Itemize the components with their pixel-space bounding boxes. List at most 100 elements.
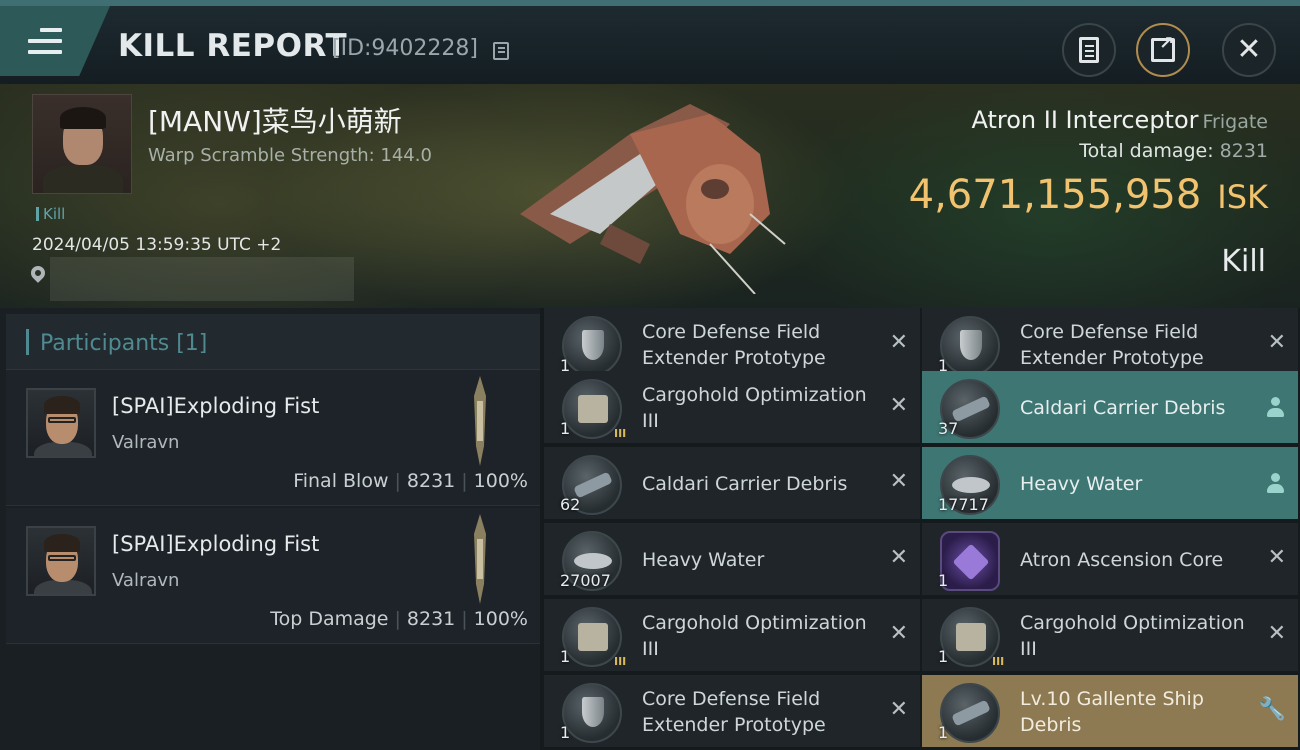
participant-name: [SPAI]Exploding Fist xyxy=(112,532,320,556)
isk-value-row: 4,671,155,958 ISK xyxy=(909,172,1268,218)
item-quantity: 1 xyxy=(560,723,571,742)
total-damage: Total damage: 8231 xyxy=(1079,140,1268,162)
participant-ship-icon xyxy=(474,514,486,604)
clipboard-button[interactable] xyxy=(1062,23,1116,77)
destroyed-icon: ✕ xyxy=(889,469,908,494)
kill-datetime: 2024/04/05 13:59:35 UTC +2 xyxy=(32,235,282,255)
debris-icon xyxy=(940,683,1000,743)
participant-role: Top Damage xyxy=(270,608,389,630)
destroyed-icon: ✕ xyxy=(889,545,908,570)
page-title: KILL REPORT xyxy=(118,28,348,64)
total-damage-label: Total damage: xyxy=(1079,140,1214,162)
participant-damage: 8231 xyxy=(406,470,456,492)
kill-summary: [MANW]菜鸟小萌新 Warp Scramble Strength: 144.… xyxy=(0,84,1300,308)
participant-percent: 100% xyxy=(473,470,528,492)
participant-ship: Valravn xyxy=(112,570,180,591)
item-quantity: 62 xyxy=(560,495,581,514)
item-name: Atron Ascension Core xyxy=(1020,549,1224,571)
dropped-person-icon xyxy=(1266,473,1284,493)
cargo-module-icon: III xyxy=(562,607,626,668)
item-quantity: 17717 xyxy=(938,495,989,514)
ship-name: Atron II Interceptor xyxy=(971,106,1199,134)
participants-header[interactable]: Participants [1] xyxy=(6,314,540,370)
share-icon xyxy=(1151,33,1175,62)
cargo-module-icon: III xyxy=(940,607,1004,668)
participant-stats: Top Damage | 8231 | 100% xyxy=(270,608,528,630)
report-id: [ID:9402228] xyxy=(332,36,478,61)
ascension-core-icon xyxy=(940,531,1000,591)
location-pin-icon xyxy=(28,263,48,283)
item-slot[interactable]: 62 Caldari Carrier Debris ✕ xyxy=(544,447,920,521)
item-name: Cargohold Optimization III xyxy=(1020,612,1245,660)
item-quantity: 1 xyxy=(938,647,949,666)
destroyed-icon: ✕ xyxy=(1267,330,1286,355)
item-name: Heavy Water xyxy=(1020,473,1143,495)
destroyed-icon: ✕ xyxy=(889,697,908,722)
destroyed-icon: ✕ xyxy=(889,621,908,646)
item-slot[interactable]: 37 Caldari Carrier Debris xyxy=(922,371,1298,445)
item-slot[interactable]: III 1 Cargohold Optimization III ✕ xyxy=(544,599,920,673)
item-name: Cargohold Optimization III xyxy=(642,384,867,432)
participant-stats: Final Blow | 8231 | 100% xyxy=(293,470,528,492)
share-button[interactable] xyxy=(1136,23,1190,77)
victim-name[interactable]: [MANW]菜鸟小萌新 xyxy=(148,100,402,140)
item-name: Cargohold Optimization III xyxy=(642,612,867,660)
ship-class: Frigate xyxy=(1202,111,1268,133)
participant-damage: 8231 xyxy=(406,608,456,630)
item-slot[interactable]: 27007 Heavy Water ✕ xyxy=(544,523,920,597)
item-quantity: 37 xyxy=(938,419,959,438)
copy-id-icon[interactable] xyxy=(493,42,509,60)
shield-icon xyxy=(940,316,1000,376)
destroyed-icon: ✕ xyxy=(889,330,908,355)
warp-scramble-strength: Warp Scramble Strength: 144.0 xyxy=(148,145,432,166)
item-quantity: 1 xyxy=(938,723,949,742)
item-slot[interactable]: 1 Lv.10 Gallente Ship Debris 🔧 xyxy=(922,675,1298,749)
item-slot[interactable]: 1 Atron Ascension Core ✕ xyxy=(922,523,1298,597)
ship-type[interactable]: Atron II Interceptor Frigate xyxy=(972,106,1269,134)
participants-title: Participants [1] xyxy=(40,331,208,356)
ship-render xyxy=(520,104,786,294)
menu-button[interactable] xyxy=(0,6,110,76)
participant-avatar xyxy=(26,388,96,458)
total-damage-value: 8231 xyxy=(1219,140,1268,162)
item-quantity: 1 xyxy=(938,571,949,590)
item-quantity: 1 xyxy=(560,419,571,438)
item-slot[interactable]: 17717 Heavy Water xyxy=(922,447,1298,521)
item-name: Heavy Water xyxy=(642,549,765,571)
participant-row[interactable]: [SPAI]Exploding Fist Valravn Final Blow |… xyxy=(6,370,540,506)
item-name: Core Defense Field Extender Prototype xyxy=(642,688,826,736)
victim-portrait[interactable] xyxy=(32,94,132,194)
item-name: Lv.10 Gallente Ship Debris xyxy=(1020,688,1204,736)
title-bar: KILL REPORT [ID:9402228] ✕ xyxy=(0,0,1300,84)
item-slot[interactable]: III 1 Cargohold Optimization III ✕ xyxy=(544,371,920,445)
participant-ship-icon xyxy=(474,376,486,466)
destroyed-icon: ✕ xyxy=(1267,545,1286,570)
hamburger-menu-icon xyxy=(28,28,62,54)
isk-unit: ISK xyxy=(1217,178,1268,216)
kill-result: Kill xyxy=(1221,244,1266,279)
item-name: Caldari Carrier Debris xyxy=(642,473,848,495)
participant-avatar xyxy=(26,526,96,596)
participants-panel: Participants [1] [SPAI]Exploding Fist Va… xyxy=(0,308,540,750)
location-field[interactable] xyxy=(50,257,354,301)
destroyed-icon: ✕ xyxy=(1267,621,1286,646)
shield-icon xyxy=(562,683,622,743)
kill-tag: Kill xyxy=(36,205,65,223)
destroyed-icon: ✕ xyxy=(889,393,908,418)
participant-role: Final Blow xyxy=(293,470,389,492)
clipboard-icon xyxy=(1079,37,1099,63)
participant-row[interactable]: [SPAI]Exploding Fist Valravn Top Damage |… xyxy=(6,508,540,644)
item-slot[interactable]: III 1 Cargohold Optimization III ✕ xyxy=(922,599,1298,673)
items-grid: 1 Core Defense Field Extender Prototype … xyxy=(540,308,1300,750)
item-name: Caldari Carrier Debris xyxy=(1020,397,1226,419)
shield-icon xyxy=(562,316,622,376)
close-button[interactable]: ✕ xyxy=(1222,23,1276,77)
cargo-module-icon: III xyxy=(562,379,626,440)
item-quantity: 1 xyxy=(560,647,571,666)
item-quantity: 27007 xyxy=(560,571,611,590)
participant-ship: Valravn xyxy=(112,432,180,453)
item-slot[interactable]: 1 Core Defense Field Extender Prototype … xyxy=(544,675,920,749)
wrench-icon: 🔧 xyxy=(1258,697,1286,722)
participant-name: [SPAI]Exploding Fist xyxy=(112,394,320,418)
close-icon: ✕ xyxy=(1236,32,1262,67)
